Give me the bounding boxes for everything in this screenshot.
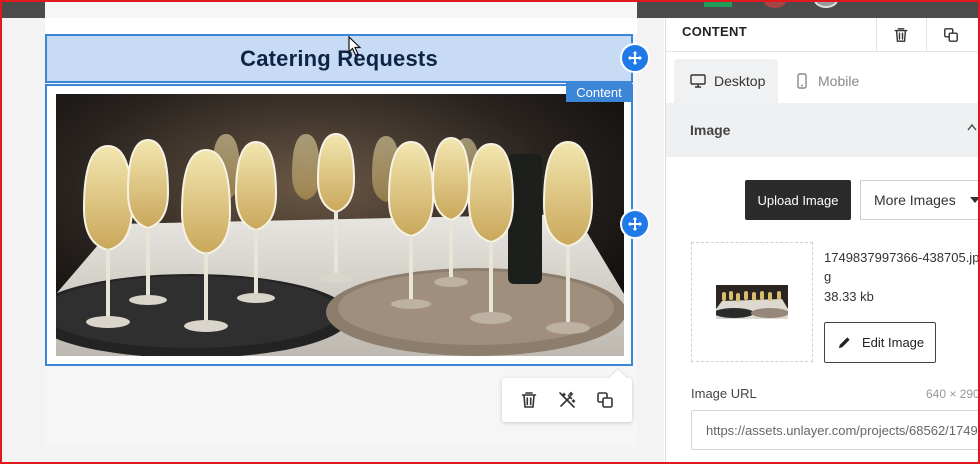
email-body-top — [45, 18, 637, 34]
top-bar-avatar[interactable] — [814, 0, 838, 8]
image-file-size: 38.33 kb — [824, 289, 874, 304]
more-images-label: More Images — [874, 192, 956, 208]
tab-desktop-label: Desktop — [714, 73, 766, 89]
content-tag: Content — [566, 82, 632, 102]
caret-down-icon — [969, 197, 980, 203]
delete-block-button[interactable] — [515, 386, 543, 414]
properties-panel: CONTENT Desktop Mobile Image Upload Imag… — [665, 18, 980, 464]
image-url-input[interactable]: https://assets.unlayer.com/projects/6856… — [691, 410, 980, 450]
image-url-label: Image URL — [691, 386, 757, 401]
trash-icon — [894, 28, 907, 42]
panel-delete-button[interactable] — [876, 18, 924, 52]
heading-row[interactable]: Catering Requests — [45, 34, 633, 83]
upload-image-button[interactable]: Upload Image — [745, 180, 851, 220]
tab-mobile[interactable]: Mobile — [794, 59, 859, 103]
edit-image-button[interactable]: Edit Image — [824, 322, 936, 363]
pencil-icon — [838, 337, 850, 349]
more-images-dropdown[interactable]: More Images — [860, 180, 980, 220]
heading-text[interactable]: Catering Requests — [240, 46, 438, 72]
mobile-icon — [797, 73, 807, 89]
desktop-icon — [690, 74, 706, 88]
champagne-photo — [56, 94, 624, 356]
edit-image-label: Edit Image — [862, 335, 925, 350]
block-toolbar — [502, 369, 632, 422]
magic-edit-button[interactable] — [553, 386, 581, 414]
champagne-image[interactable] — [56, 94, 624, 356]
chevron-up-icon — [967, 123, 977, 131]
image-section-title: Image — [690, 122, 731, 138]
top-bar-notification-icon[interactable] — [764, 0, 786, 8]
tab-desktop[interactable]: Desktop — [674, 59, 778, 103]
panel-title: CONTENT — [682, 24, 747, 39]
image-file-name: 1749837997366-438705.jpg — [824, 250, 980, 284]
mouse-cursor-icon — [348, 35, 362, 61]
move-icon — [628, 51, 642, 65]
duplicate-icon — [597, 392, 613, 408]
row-move-handle[interactable] — [620, 43, 650, 73]
panel-header: CONTENT — [666, 18, 980, 52]
duplicate-icon — [943, 28, 958, 42]
image-dimensions: 640 × 290 — [926, 387, 980, 401]
move-icon — [628, 217, 642, 231]
panel-duplicate-button[interactable] — [926, 18, 974, 52]
content-move-handle[interactable] — [620, 209, 650, 239]
tab-mobile-label: Mobile — [818, 73, 860, 89]
top-bar-status — [704, 0, 732, 7]
trash-icon — [521, 392, 537, 408]
image-preview-box[interactable] — [691, 242, 813, 362]
image-thumbnail — [716, 285, 788, 319]
device-tabs: Desktop Mobile — [666, 53, 980, 103]
duplicate-block-button[interactable] — [591, 386, 619, 414]
image-section-header[interactable]: Image — [666, 103, 980, 157]
magic-wand-icon — [559, 391, 576, 408]
